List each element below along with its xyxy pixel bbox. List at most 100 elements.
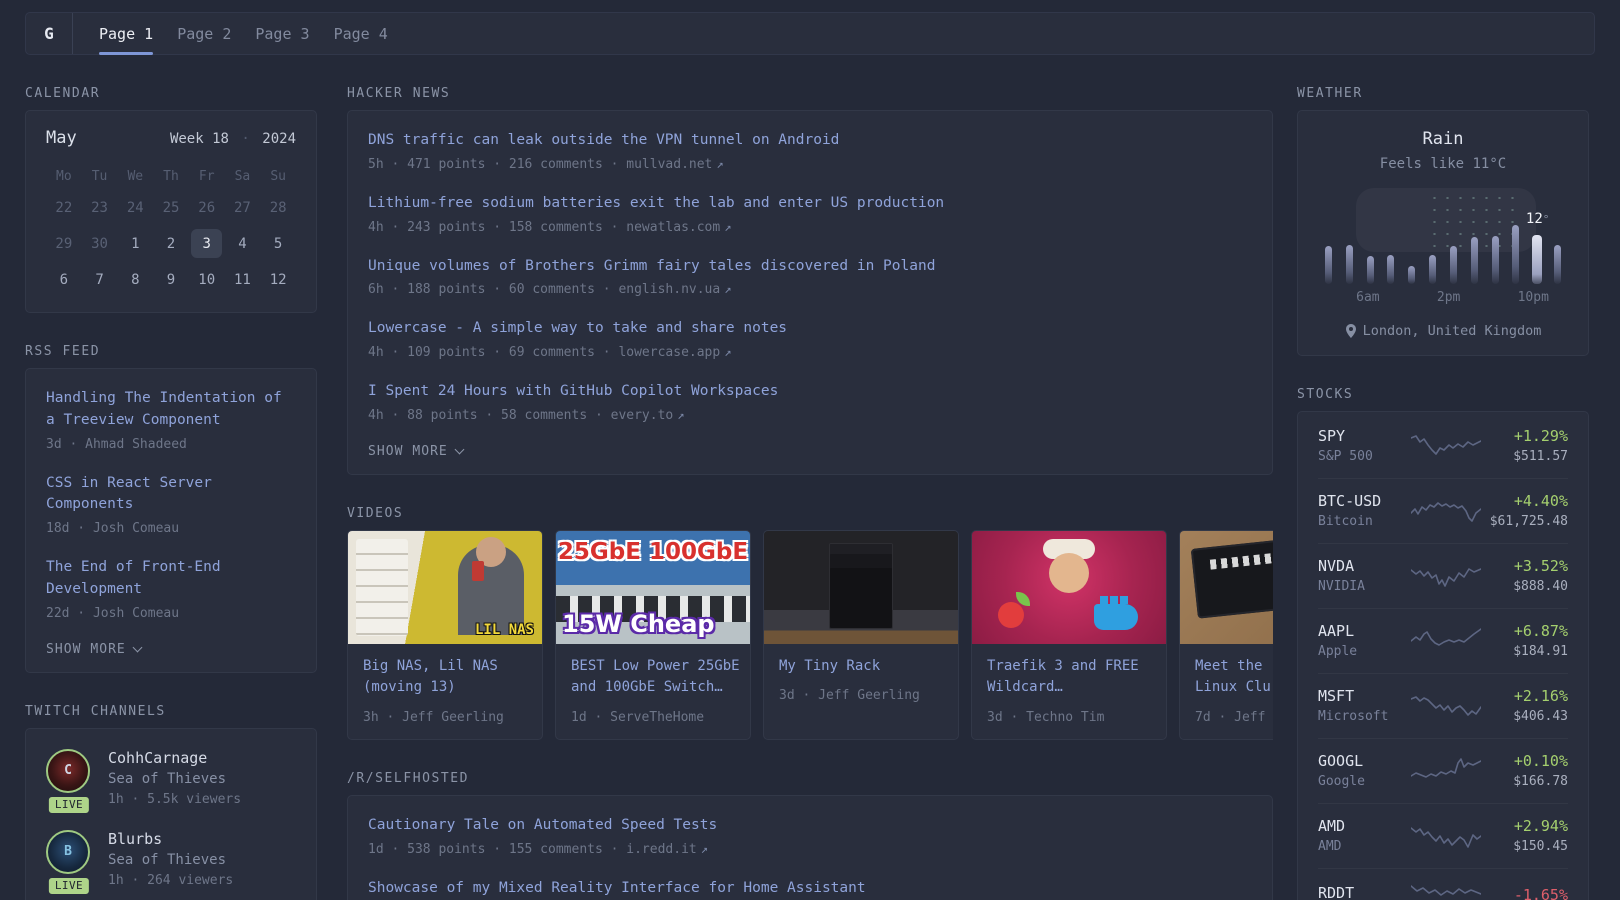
video-thumbnail[interactable] <box>972 530 1166 644</box>
show-more-label: SHOW MORE <box>46 641 126 657</box>
video-card[interactable]: 25GbE 100GbE 15W Cheap BEST Low Power 25… <box>555 529 751 741</box>
video-title[interactable]: My Tiny Rack <box>779 656 943 678</box>
hn-item-title[interactable]: Lowercase - A simple way to take and sha… <box>368 318 1252 340</box>
stock-symbol[interactable]: SPY <box>1318 427 1410 445</box>
live-badge: LIVE <box>46 875 92 896</box>
video-thumbnail[interactable]: LIL NAS <box>348 530 542 644</box>
external-link-icon[interactable]: ↗ <box>677 408 684 422</box>
video-title-line: Wildcard… <box>987 679 1063 696</box>
external-link-icon[interactable]: ↗ <box>716 157 723 171</box>
avatar: C <box>46 748 90 793</box>
video-info: Traefik 3 and FREE Wildcard… 3d · Techno… <box>972 644 1166 739</box>
video-card[interactable]: Traefik 3 and FREE Wildcard… 3d · Techno… <box>971 529 1167 741</box>
temp-bar <box>1408 266 1416 284</box>
reddit-item-title[interactable]: Showcase of my Mixed Reality Interface f… <box>368 878 1252 900</box>
rss-item: The End of Front-End Development 22d · J… <box>46 557 296 621</box>
weather-condition: Rain <box>1422 129 1464 149</box>
video-title[interactable]: Traefik 3 and FREE Wildcard… <box>987 656 1151 699</box>
hn-show-more-button[interactable]: SHOW MORE <box>368 444 1252 459</box>
stock-symbol[interactable]: MSFT <box>1318 687 1410 705</box>
stock-row[interactable]: RDDT -1.65% <box>1318 868 1568 900</box>
video-card[interactable]: FAST Meet the Linux Clu 7d · Jeff Geerli… <box>1179 529 1273 741</box>
video-thumbnail[interactable]: FAST <box>1180 530 1273 644</box>
video-title[interactable]: Big NAS, Lil NAS (moving 13) <box>363 656 527 699</box>
stock-symbol[interactable]: NVDA <box>1318 557 1410 575</box>
video-meta: 3h · Jeff Geerling <box>363 710 504 726</box>
video-title-line: Big NAS, Lil NAS <box>363 657 498 674</box>
hn-meta-text: 4h · 243 points · 158 comments · newatla… <box>368 219 721 235</box>
tab-page-3[interactable]: Page 3 <box>255 13 309 54</box>
stock-symbol[interactable]: AAPL <box>1318 622 1410 640</box>
stock-row[interactable]: AAPL Apple +6.87% $184.91 <box>1318 608 1568 673</box>
video-thumbnail[interactable] <box>764 530 958 644</box>
hn-item-title[interactable]: I Spent 24 Hours with GitHub Copilot Wor… <box>368 381 1252 403</box>
stock-symbol[interactable]: AMD <box>1318 817 1410 835</box>
rss-item: Handling The Indentation of a Treeview C… <box>46 388 296 452</box>
external-link-icon[interactable]: ↗ <box>724 220 731 234</box>
stock-price: $406.43 <box>1513 709 1568 724</box>
stock-row[interactable]: GOOGL Google +0.10% $166.78 <box>1318 738 1568 803</box>
rss-item-title[interactable]: Handling The Indentation of a Treeview C… <box>46 388 296 432</box>
video-thumbnail[interactable]: 25GbE 100GbE 15W Cheap <box>556 530 750 644</box>
reddit-item-title[interactable]: Cautionary Tale on Automated Speed Tests <box>368 815 1252 837</box>
channel-category[interactable]: Sea of Thieves <box>108 852 233 868</box>
calendar-day: 4 <box>238 235 247 252</box>
time-tick: 10pm <box>1517 290 1549 305</box>
peak-temperature-label: 12° <box>1525 211 1550 227</box>
calendar-day: 24 <box>126 199 144 216</box>
video-meta: 3d · Techno Tim <box>987 710 1105 726</box>
twitch-heading: TWITCH CHANNELS <box>25 703 166 719</box>
stock-row[interactable]: MSFT Microsoft +2.16% $406.43 <box>1318 673 1568 738</box>
rss-show-more-button[interactable]: SHOW MORE <box>46 642 296 657</box>
tab-page-1[interactable]: Page 1 <box>99 13 154 55</box>
tab-page-4[interactable]: Page 4 <box>334 13 388 54</box>
hn-item-title[interactable]: DNS traffic can leak outside the VPN tun… <box>368 130 1252 152</box>
stock-change: +6.87% <box>1513 622 1568 640</box>
avatar-wrap: C LIVE <box>46 748 92 815</box>
hn-item-meta: 6h · 188 points · 60 comments · english.… <box>368 282 1252 297</box>
calendar-day: 28 <box>269 199 287 216</box>
stock-symbol[interactable]: RDDT <box>1318 884 1410 900</box>
stock-symbol[interactable]: GOOGL <box>1318 752 1410 770</box>
calendar-day: 10 <box>198 271 216 288</box>
channel-meta: 1h · 5.5k viewers <box>108 791 242 807</box>
stock-symbol[interactable]: BTC-USD <box>1318 492 1410 510</box>
video-title[interactable]: BEST Low Power 25GbE and 100GbE Switch… <box>571 656 740 699</box>
rss-widget: Handling The Indentation of a Treeview C… <box>25 368 317 673</box>
rss-item-title[interactable]: The End of Front-End Development <box>46 557 296 601</box>
stock-row[interactable]: AMD AMD +2.94% $150.45 <box>1318 803 1568 868</box>
hn-item-title[interactable]: Unique volumes of Brothers Grimm fairy t… <box>368 256 1252 278</box>
stock-row[interactable]: BTC-USD Bitcoin +4.40% $61,725.48 <box>1318 478 1568 543</box>
stock-change: +1.29% <box>1513 427 1568 445</box>
hn-item-title[interactable]: Lithium-free sodium batteries exit the l… <box>368 193 1252 215</box>
channel-name[interactable]: Blurbs <box>108 830 233 848</box>
calendar-year-label: 2024 <box>262 131 296 147</box>
video-title-line: BEST Low Power 25GbE <box>571 657 740 674</box>
external-link-icon[interactable]: ↗ <box>701 842 708 856</box>
temperature-bars: 12° <box>1318 196 1568 284</box>
rss-item-title[interactable]: CSS in React Server Components <box>46 473 296 517</box>
twitch-channel-row[interactable]: C LIVE CohhCarnage Sea of Thieves 1h · 5… <box>46 748 296 815</box>
top-navigation-bar: G Page 1 Page 2 Page 3 Page 4 <box>25 12 1595 55</box>
stock-price: $184.91 <box>1513 644 1568 659</box>
video-card[interactable]: LIL NAS Big NAS, Lil NAS (moving 13) 3h … <box>347 529 543 741</box>
hn-item-meta: 5h · 471 points · 216 comments · mullvad… <box>368 157 1252 172</box>
tab-page-2[interactable]: Page 2 <box>177 13 231 54</box>
video-card[interactable]: My Tiny Rack 3d · Jeff Geerling <box>763 529 959 741</box>
reddit-item: Cautionary Tale on Automated Speed Tests… <box>368 815 1252 857</box>
external-link-icon[interactable]: ↗ <box>724 345 731 359</box>
calendar-day: 1 <box>131 235 140 252</box>
weekday-label: Sa <box>234 168 251 184</box>
calendar-day: 8 <box>131 271 140 288</box>
twitch-channel-row[interactable]: B LIVE Blurbs Sea of Thieves 1h · 264 vi… <box>46 829 296 896</box>
channel-name[interactable]: CohhCarnage <box>108 749 241 767</box>
temp-bar <box>1554 245 1562 284</box>
stock-row[interactable]: NVDA NVIDIA +3.52% $888.40 <box>1318 543 1568 608</box>
stock-row[interactable]: SPY S&P 500 +1.29% $511.57 <box>1318 414 1568 478</box>
calendar-day: 22 <box>55 199 73 216</box>
reddit-meta-text: 1d · 538 points · 155 comments · i.redd.… <box>368 841 697 857</box>
weather-widget: Rain Feels like 11°C 12° 6am 2pm 10pm Lo… <box>1297 110 1589 356</box>
video-title[interactable]: Meet the Linux Clu <box>1195 656 1273 699</box>
external-link-icon[interactable]: ↗ <box>724 282 731 296</box>
channel-category[interactable]: Sea of Thieves <box>108 771 241 787</box>
